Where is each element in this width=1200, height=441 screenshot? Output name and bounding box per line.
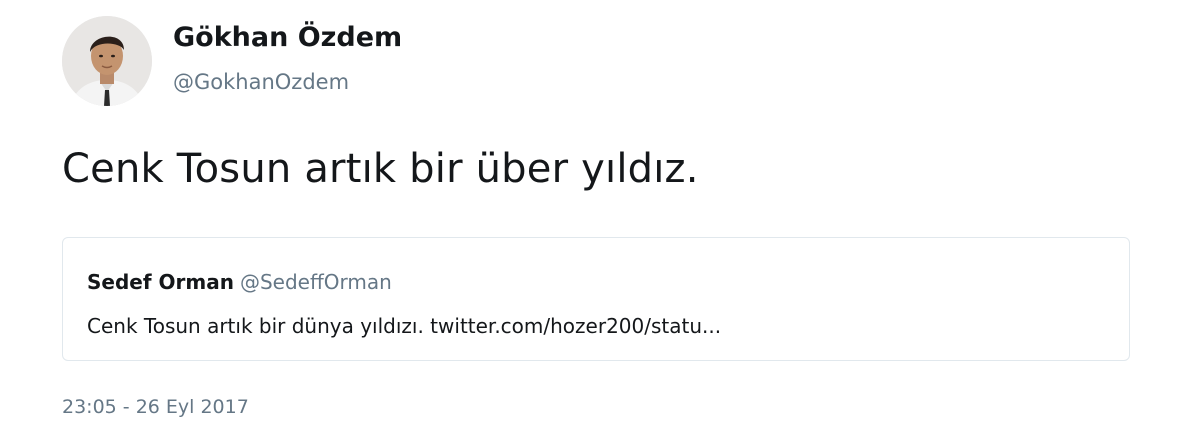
tweet-text: Cenk Tosun artık bir über yıldız. bbox=[62, 146, 699, 192]
author-avatar[interactable] bbox=[62, 16, 152, 106]
profile-photo-icon bbox=[62, 16, 152, 106]
author-handle[interactable]: @GokhanOzdem bbox=[173, 70, 349, 94]
quoted-author-handle: @SedeffOrman bbox=[239, 270, 392, 294]
author-name[interactable]: Gökhan Özdem bbox=[173, 22, 402, 53]
quoted-author-name: Sedef Orman bbox=[87, 270, 234, 294]
tweet-card: Gökhan Özdem @GokhanOzdem Cenk Tosun art… bbox=[0, 0, 1200, 441]
tweet-timestamp[interactable]: 23:05 - 26 Eyl 2017 bbox=[62, 396, 249, 418]
quoted-tweet-header: Sedef Orman @SedeffOrman bbox=[87, 270, 392, 294]
quoted-tweet-text: Cenk Tosun artık bir dünya yıldızı. twit… bbox=[87, 314, 722, 338]
quoted-tweet[interactable]: Sedef Orman @SedeffOrman Cenk Tosun artık… bbox=[62, 237, 1130, 361]
